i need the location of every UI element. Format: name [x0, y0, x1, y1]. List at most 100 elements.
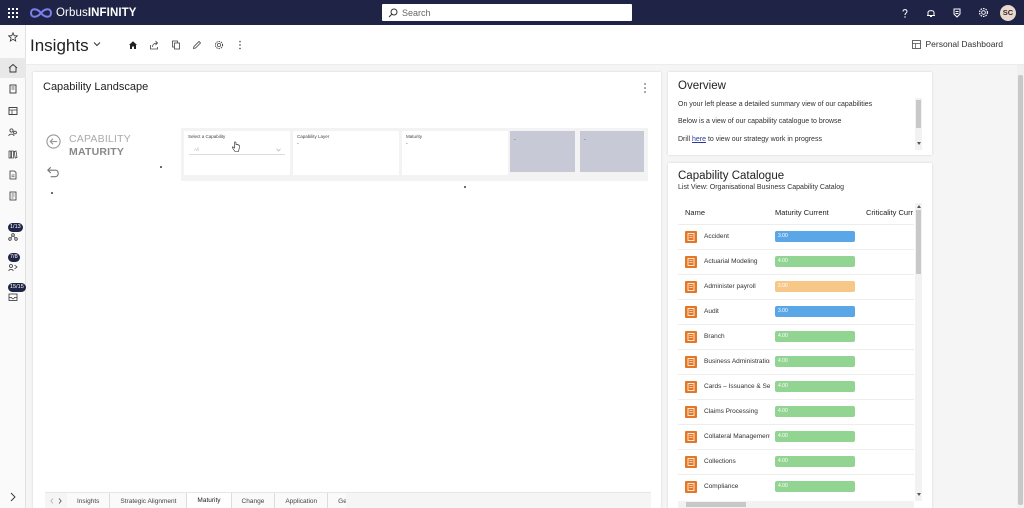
- brand[interactable]: OrbusINFINITY: [29, 6, 137, 20]
- table-row[interactable]: Claims Processing 4.00: [678, 399, 914, 424]
- table-row[interactable]: Actuarial Modeling 4.00: [678, 249, 914, 274]
- column-header-criticality[interactable]: Criticality Curr: [866, 208, 914, 217]
- people-nav[interactable]: [0, 122, 26, 142]
- capability-icon[interactable]: [685, 331, 697, 343]
- table-row[interactable]: Collections 4.00: [678, 449, 914, 474]
- capability-name[interactable]: Compliance: [704, 483, 770, 490]
- favorites-nav[interactable]: [0, 27, 26, 47]
- drill-here-link[interactable]: here: [692, 136, 706, 143]
- capability-icon[interactable]: [685, 431, 697, 443]
- workflow-nav-1[interactable]: 1/13: [0, 223, 26, 247]
- capability-icon[interactable]: [685, 356, 697, 368]
- capability-name[interactable]: Cards – Issuance & Servicing: [704, 383, 770, 390]
- chevron-right-icon[interactable]: [58, 497, 62, 504]
- capability-name[interactable]: Administer payroll: [704, 283, 770, 290]
- page-scrollbar[interactable]: [1017, 65, 1024, 508]
- edit-button[interactable]: [187, 37, 209, 53]
- pencil-icon: [193, 40, 202, 50]
- workflow-nav-3[interactable]: 15/15: [0, 283, 26, 307]
- app-launcher-button[interactable]: [0, 0, 25, 25]
- search-input[interactable]: [402, 7, 622, 18]
- capability-icon[interactable]: [685, 456, 697, 468]
- page-scroll-thumb[interactable]: [1018, 75, 1023, 505]
- capability-icon[interactable]: [685, 256, 697, 268]
- more-options-button[interactable]: [230, 37, 252, 53]
- maturity-bar: 4.00: [775, 331, 855, 342]
- table-row[interactable]: Cards – Issuance & Servicing 4.00: [678, 374, 914, 399]
- home-icon: [8, 63, 18, 73]
- scroll-down-arrow-icon[interactable]: [916, 142, 921, 145]
- capability-layer-filter[interactable]: Capability Layer -: [293, 131, 399, 175]
- copy-button[interactable]: [165, 37, 187, 53]
- column-header-maturity[interactable]: Maturity Current: [775, 208, 829, 217]
- building-nav[interactable]: [0, 79, 26, 99]
- table-row[interactable]: Accident 3.00: [678, 224, 914, 249]
- capability-icon[interactable]: [685, 406, 697, 418]
- table-row[interactable]: Administer payroll 2.00: [678, 274, 914, 299]
- expand-rail-button[interactable]: [0, 487, 26, 507]
- capability-icon[interactable]: [685, 231, 697, 243]
- back-arrow-icon[interactable]: [46, 134, 61, 149]
- tab-maturity[interactable]: Maturity: [187, 493, 232, 508]
- notifications-button[interactable]: [918, 0, 944, 25]
- capability-icon[interactable]: [685, 306, 697, 318]
- help-button[interactable]: [892, 0, 918, 25]
- filter-box-4[interactable]: -: [510, 131, 575, 172]
- notes-nav[interactable]: [0, 186, 26, 206]
- select-capability-filter[interactable]: Select a Capability All: [184, 131, 290, 175]
- page-settings-button[interactable]: [208, 37, 230, 53]
- chevron-left-icon[interactable]: [50, 497, 54, 504]
- undo-icon[interactable]: [46, 165, 61, 179]
- catalogue-scroll-thumb[interactable]: [916, 210, 921, 274]
- capability-icon[interactable]: [685, 481, 697, 493]
- settings-button[interactable]: [970, 0, 996, 25]
- capability-name[interactable]: Actuarial Modeling: [704, 258, 770, 265]
- overview-scrollbar[interactable]: [915, 98, 922, 150]
- capability-icon[interactable]: [685, 381, 697, 393]
- tab-change[interactable]: Change: [231, 493, 276, 508]
- more-vertical-icon[interactable]: [643, 82, 647, 94]
- capability-name[interactable]: Branch: [704, 333, 770, 340]
- filter-box-5[interactable]: -: [580, 131, 644, 172]
- left-rail: 1/13 7/8 15/15: [0, 25, 26, 508]
- personal-dashboard-button[interactable]: Personal Dashboard: [911, 39, 1003, 49]
- search-box[interactable]: [382, 4, 632, 21]
- catalogue-horizontal-scrollbar[interactable]: [678, 501, 914, 508]
- layout-nav[interactable]: [0, 101, 26, 121]
- maturity-filter[interactable]: Maturity -: [402, 131, 508, 175]
- scroll-up-arrow-icon[interactable]: [916, 205, 921, 208]
- capability-name[interactable]: Audit: [704, 308, 770, 315]
- catalogue-scrollbar[interactable]: [915, 203, 922, 501]
- home-nav[interactable]: [0, 58, 26, 78]
- tab-insights[interactable]: Insights: [67, 493, 111, 508]
- chevron-down-icon[interactable]: [92, 39, 102, 49]
- avatar[interactable]: SC: [1000, 4, 1016, 21]
- document-nav[interactable]: [0, 165, 26, 185]
- capability-name[interactable]: Accident: [704, 233, 770, 240]
- gear-icon: [214, 40, 223, 50]
- tab-application[interactable]: Application: [275, 493, 329, 508]
- column-header-name[interactable]: Name: [685, 208, 705, 217]
- table-row[interactable]: Business Administration 4.00: [678, 349, 914, 374]
- home-button[interactable]: [122, 37, 144, 53]
- workflow-nav-2[interactable]: 7/8: [0, 253, 26, 277]
- table-row[interactable]: Audit 3.00: [678, 299, 914, 324]
- share-button[interactable]: [144, 37, 166, 53]
- catalogue-hscroll-thumb[interactable]: [686, 502, 746, 507]
- capability-name[interactable]: Collections: [704, 458, 770, 465]
- tab-scroll-buttons: [45, 493, 67, 508]
- table-row[interactable]: Collateral Management 4.00: [678, 424, 914, 449]
- library-nav[interactable]: [0, 144, 26, 164]
- overview-scroll-thumb[interactable]: [916, 100, 921, 128]
- table-row[interactable]: Compliance 4.00: [678, 474, 914, 499]
- badge-button[interactable]: [944, 0, 970, 25]
- capability-name[interactable]: Collateral Management: [704, 433, 770, 440]
- capability-icon[interactable]: [685, 281, 697, 293]
- tab-strategic-alignment[interactable]: Strategic Alignment: [110, 493, 188, 508]
- scroll-down-arrow-icon[interactable]: [916, 493, 921, 496]
- capability-name[interactable]: Claims Processing: [704, 408, 770, 415]
- table-row[interactable]: Branch 4.00: [678, 324, 914, 349]
- capability-name[interactable]: Business Administration: [704, 358, 770, 365]
- layout-icon: [8, 107, 18, 115]
- tab-ge[interactable]: Ge: [328, 493, 347, 508]
